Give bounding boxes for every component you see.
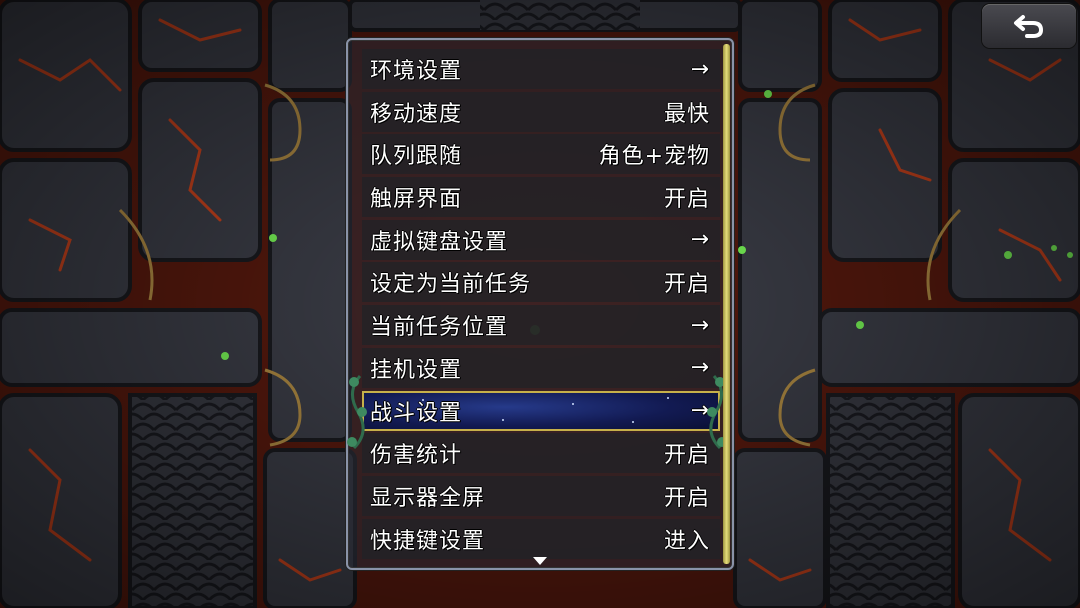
menu-item-fullscreen[interactable]: 显示器全屏 开启 <box>362 475 720 516</box>
menu-item-set-current-quest[interactable]: 设定为当前任务 开启 <box>362 262 720 303</box>
settings-menu-panel: 环境设置 → 移动速度 最快 队列跟随 角色+宠物 触屏界面 开启 虚拟键盘设置… <box>346 38 734 570</box>
menu-item-virtual-keyboard[interactable]: 虚拟键盘设置 → <box>362 219 720 260</box>
menu-item-move-speed[interactable]: 移动速度 最快 <box>362 91 720 132</box>
undo-arrow-icon <box>1014 15 1044 38</box>
menu-item-label: 设定为当前任务 <box>370 272 532 298</box>
menu-item-label: 环境设置 <box>370 59 463 84</box>
menu-item-current-quest-location[interactable]: 当前任务位置 → <box>362 305 720 346</box>
menu-item-value: 开启 <box>663 187 710 213</box>
scrollbar-thumb[interactable] <box>723 44 730 564</box>
menu-item-idle-settings[interactable]: 挂机设置 → <box>362 347 720 388</box>
menu-item-value: → <box>690 312 710 338</box>
menu-item-value: → <box>690 227 710 253</box>
selection-vine-left-icon <box>347 375 367 450</box>
sparkle <box>572 402 574 405</box>
menu-item-hotkey-settings[interactable]: 快捷键设置 进入 <box>362 518 720 559</box>
sparkle <box>422 398 424 401</box>
menu-item-label: 快捷键设置 <box>370 528 486 554</box>
menu-item-damage-stats[interactable]: 伤害统计 开启 <box>362 433 720 474</box>
menu-item-label: 显示器全屏 <box>370 485 486 511</box>
menu-item-label: 虚拟键盘设置 <box>370 229 509 255</box>
menu-item-value: → <box>690 56 710 82</box>
menu-item-battle-settings[interactable]: 战斗设置 → <box>362 390 720 431</box>
menu-item-label: 移动速度 <box>370 101 463 127</box>
menu-item-label: 队列跟随 <box>370 144 463 170</box>
sparkle <box>502 418 504 421</box>
menu-item-label: 当前任务位置 <box>370 315 509 341</box>
settings-menu-list: 环境设置 → 移动速度 最快 队列跟随 角色+宠物 触屏界面 开启 虚拟键盘设置… <box>362 49 720 561</box>
menu-item-value: 进入 <box>663 528 710 554</box>
menu-item-value: 开启 <box>663 485 710 511</box>
sparkle <box>632 420 634 423</box>
back-button[interactable] <box>982 4 1076 48</box>
menu-item-label: 触屏界面 <box>370 187 463 213</box>
menu-scrollbar[interactable] <box>723 44 730 564</box>
menu-item-label: 伤害统计 <box>370 443 463 469</box>
menu-item-label: 战斗设置 <box>370 400 463 426</box>
menu-item-value: 最快 <box>663 101 710 127</box>
menu-item-label: 挂机设置 <box>370 357 463 383</box>
menu-item-value: 角色+宠物 <box>598 144 710 170</box>
menu-item-environment-settings[interactable]: 环境设置 → <box>362 49 720 89</box>
menu-item-value: 开启 <box>663 272 710 298</box>
sparkle <box>667 396 669 399</box>
menu-item-touch-ui[interactable]: 触屏界面 开启 <box>362 177 720 218</box>
menu-item-party-follow[interactable]: 队列跟随 角色+宠物 <box>362 134 720 175</box>
chevron-down-icon[interactable] <box>533 557 547 565</box>
